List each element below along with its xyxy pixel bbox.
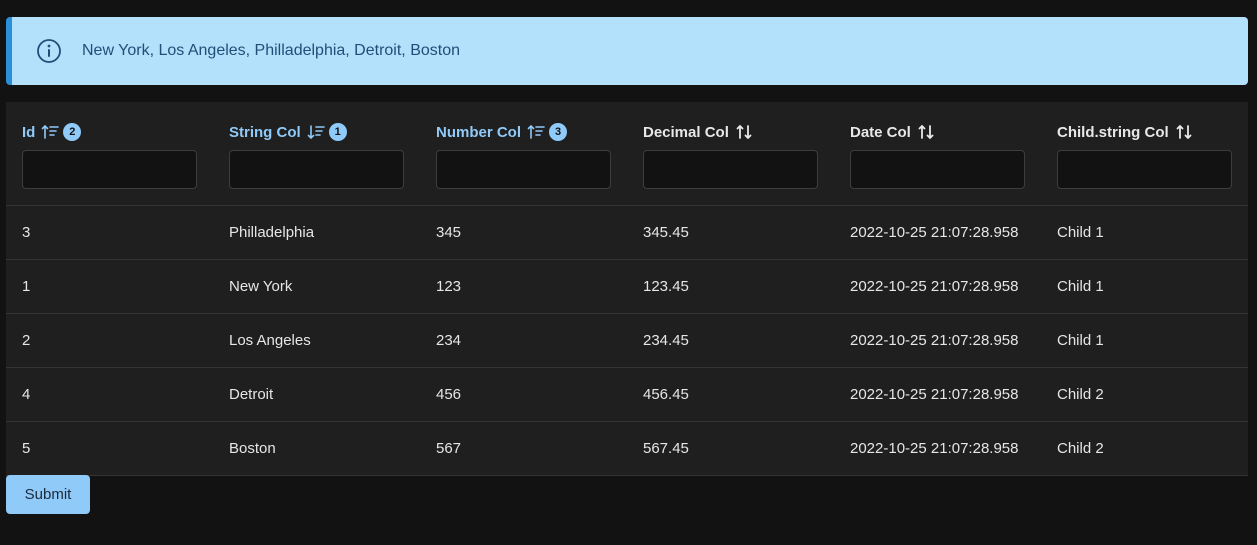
table-cell: Child 1 <box>1041 259 1248 314</box>
table-cell: 2022-10-25 21:07:28.958 <box>834 259 1041 314</box>
table-cell: 2022-10-25 21:07:28.958 <box>834 367 1041 422</box>
column-header-label: Number Col <box>436 123 522 141</box>
sort-order-badge: 2 <box>63 123 82 141</box>
column-header-label: Date Col <box>850 123 911 141</box>
column-header-label: String Col <box>229 123 301 141</box>
table-cell: Child 2 <box>1041 367 1248 422</box>
table-cell: Los Angeles <box>213 313 420 368</box>
table-row[interactable]: 2 Los Angeles 234 234.45 2022-10-25 21:07:28… <box>6 313 1248 368</box>
sort-order-badge: 1 <box>328 123 347 141</box>
table-cell: 456 <box>420 367 627 422</box>
table-row[interactable]: 4 Detroit 456 456.45 2022-10-25 21:07:28.958… <box>6 367 1248 422</box>
sort-unsorted-icon[interactable] <box>917 123 935 141</box>
column-header: String Col 1 <box>213 102 420 206</box>
sort-order-badge: 3 <box>549 123 568 141</box>
alert-text: New York, Los Angeles, Philladelphia, De… <box>82 42 461 59</box>
table-cell: Detroit <box>213 367 420 422</box>
column-filter-input[interactable] <box>850 150 1025 189</box>
table-cell: 2 <box>6 313 213 368</box>
column-header: Child.string Col <box>1041 102 1248 206</box>
table-cell: 345.45 <box>627 205 834 260</box>
table-cell: 2022-10-25 21:07:28.958 <box>834 421 1041 476</box>
table-cell: Child 2 <box>1041 421 1248 476</box>
column-filter-input[interactable] <box>22 150 197 189</box>
table-cell: 2022-10-25 21:07:28.958 <box>834 205 1041 260</box>
column-header: Number Col 3 <box>420 102 627 206</box>
info-icon <box>36 38 62 64</box>
table-cell: 567 <box>420 421 627 476</box>
column-header-label: Id <box>22 123 36 141</box>
info-alert: New York, Los Angeles, Philladelphia, De… <box>6 17 1248 85</box>
column-header-label: Decimal Col <box>643 123 729 141</box>
table-cell: 345 <box>420 205 627 260</box>
table-cell: Philladelphia <box>213 205 420 260</box>
table-cell: Boston <box>213 421 420 476</box>
table-cell: 4 <box>6 367 213 422</box>
table-cell: 5 <box>6 421 213 476</box>
table-cell: 123 <box>420 259 627 314</box>
column-sort-toggle[interactable]: String Col 1 <box>229 122 412 142</box>
column-filter-input[interactable] <box>643 150 818 189</box>
table-cell: 567.45 <box>627 421 834 476</box>
column-sort-toggle[interactable]: Decimal Col <box>643 122 826 142</box>
sort-unsorted-icon[interactable] <box>1175 123 1193 141</box>
header-row: Id 2 String Col 1 Number Col 3 Decimal Col … <box>6 102 1248 206</box>
column-filter-input[interactable] <box>436 150 611 189</box>
column-sort-toggle[interactable]: Date Col <box>850 122 1033 142</box>
table-cell: 123.45 <box>627 259 834 314</box>
column-filter-input[interactable] <box>229 150 404 189</box>
table-cell: 1 <box>6 259 213 314</box>
data-grid: Id 2 String Col 1 Number Col 3 Decimal Col … <box>6 102 1248 476</box>
table-row[interactable]: 3 Philladelphia 345 345.45 2022-10-25 21:07:… <box>6 205 1248 260</box>
table-body: 3 Philladelphia 345 345.45 2022-10-25 21:07:… <box>6 205 1248 476</box>
column-sort-toggle[interactable]: Child.string Col <box>1057 122 1240 142</box>
sort-unsorted-icon[interactable] <box>735 123 753 141</box>
table-cell: 3 <box>6 205 213 260</box>
table-cell: 234.45 <box>627 313 834 368</box>
table-cell: Child 1 <box>1041 205 1248 260</box>
sort-descending-icon[interactable] <box>307 123 325 141</box>
column-header: Decimal Col <box>627 102 834 206</box>
table-row[interactable]: 1 New York 123 123.45 2022-10-25 21:07:28.95… <box>6 259 1248 314</box>
table-cell: 456.45 <box>627 367 834 422</box>
table-cell: 234 <box>420 313 627 368</box>
column-header: Date Col <box>834 102 1041 206</box>
table-cell: New York <box>213 259 420 314</box>
sort-ascending-icon[interactable] <box>527 123 545 141</box>
table-cell: 2022-10-25 21:07:28.958 <box>834 313 1041 368</box>
submit-button[interactable]: Submit <box>6 475 90 514</box>
column-sort-toggle[interactable]: Number Col 3 <box>436 122 619 142</box>
table-cell: Child 1 <box>1041 313 1248 368</box>
column-header-label: Child.string Col <box>1057 123 1169 141</box>
column-filter-input[interactable] <box>1057 150 1232 189</box>
column-header: Id 2 <box>6 102 213 206</box>
table-row[interactable]: 5 Boston 567 567.45 2022-10-25 21:07:28.958 C… <box>6 421 1248 476</box>
column-sort-toggle[interactable]: Id 2 <box>22 122 205 142</box>
sort-ascending-icon[interactable] <box>41 123 60 141</box>
